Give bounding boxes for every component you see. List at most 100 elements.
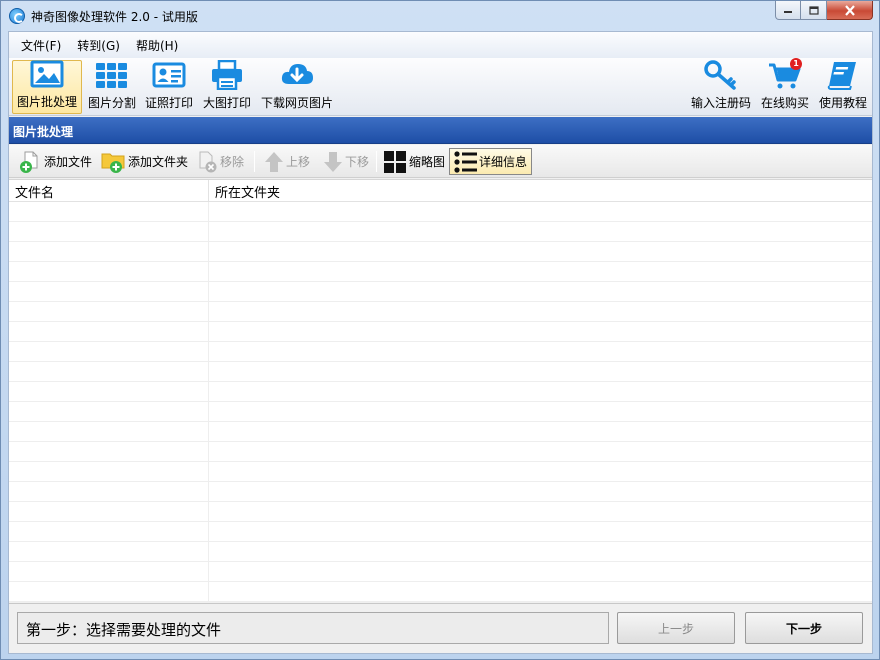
toolbar-enter-license-label: 输入注册码 (690, 96, 751, 110)
empty-table-row (9, 542, 872, 562)
empty-table-row (9, 242, 872, 262)
cloud-download-icon (280, 60, 314, 90)
add-folder-button[interactable]: 添加文件夹 (97, 148, 191, 175)
table-cell (9, 322, 209, 341)
app-logo-icon (9, 8, 25, 24)
table-cell (9, 542, 209, 561)
empty-table-row (9, 562, 872, 582)
grid-split-icon (95, 60, 129, 90)
thumbnail-view-button[interactable]: 缩略图 (380, 148, 448, 175)
menu-goto[interactable]: 转到(G) (69, 35, 128, 56)
empty-table-row (9, 282, 872, 302)
empty-table-row (9, 582, 872, 602)
details-view-button[interactable]: 详细信息 (449, 148, 532, 175)
close-icon (844, 4, 855, 16)
wizard-footer: 第一步：选择需要处理的文件 上一步 下一步 (9, 603, 872, 653)
table-cell (9, 442, 209, 461)
table-cell (9, 562, 209, 581)
toolbar-batch-process-button[interactable]: 图片批处理 (12, 60, 82, 114)
cart-icon: 1 (768, 58, 802, 90)
list-details-icon (454, 150, 477, 173)
move-up-label: 上移 (286, 155, 311, 169)
id-card-icon (152, 60, 186, 90)
empty-table-row (9, 202, 872, 222)
empty-table-row (9, 422, 872, 442)
book-icon (826, 60, 860, 90)
empty-table-row (9, 442, 872, 462)
table-header: 文件名 所在文件夹 (9, 180, 872, 202)
empty-table-row (9, 262, 872, 282)
window-controls (775, 1, 873, 21)
empty-table-row (9, 222, 872, 242)
column-header-folder[interactable]: 所在文件夹 (209, 180, 286, 202)
toolbar-buy-online-button[interactable]: 1 在线购买 (759, 58, 811, 114)
key-icon (704, 60, 738, 90)
toolbar-enter-license-button[interactable]: 输入注册码 (689, 60, 753, 114)
empty-table-row (9, 522, 872, 542)
table-cell (9, 522, 209, 541)
move-up-button[interactable]: 上移 (259, 148, 313, 175)
table-cell (9, 582, 209, 601)
table-cell (9, 342, 209, 361)
maximize-button[interactable] (801, 1, 827, 20)
minimize-button[interactable] (775, 1, 801, 20)
toolbar-split-label: 图片分割 (87, 96, 136, 110)
table-cell (9, 362, 209, 381)
remove-label: 移除 (220, 155, 245, 169)
menu-bar: 文件(F) 转到(G) 帮助(H) (9, 32, 872, 58)
add-file-icon (20, 151, 38, 173)
empty-table-row (9, 402, 872, 422)
table-cell (9, 422, 209, 441)
details-view-label: 详细信息 (479, 155, 528, 169)
file-list-toolbar: 添加文件 添加文件夹 移除 上移 下移 缩略图 详细信息 (9, 145, 872, 178)
toolbar-buy-online-label: 在线购买 (760, 96, 809, 110)
next-step-button[interactable]: 下一步 (745, 612, 863, 644)
toolbar-separator (254, 151, 255, 172)
table-cell (9, 202, 209, 221)
toolbar-tutorial-button[interactable]: 使用教程 (817, 60, 869, 114)
table-cell (9, 382, 209, 401)
toolbar-tutorial-label: 使用教程 (818, 96, 867, 110)
column-header-filename[interactable]: 文件名 (9, 180, 209, 202)
toolbar-batch-process-label: 图片批处理 (16, 95, 77, 109)
toolbar-id-print-label: 证照打印 (144, 96, 193, 110)
table-cell (9, 462, 209, 481)
close-button[interactable] (827, 1, 873, 20)
empty-table-row (9, 462, 872, 482)
thumbnail-grid-icon (384, 150, 406, 173)
add-folder-label: 添加文件夹 (128, 155, 189, 169)
empty-table-row (9, 482, 872, 502)
main-client-area: 文件(F) 转到(G) 帮助(H) 图片批处理 图片分割 证照打印 大图打印 下… (8, 31, 873, 654)
title-bar[interactable]: 神奇图像处理软件 2.0 - 试用版 (1, 1, 879, 31)
table-cell (9, 262, 209, 281)
file-list-table[interactable]: 文件名 所在文件夹 (9, 179, 872, 602)
remove-button[interactable]: 移除 (191, 148, 247, 175)
menu-help[interactable]: 帮助(H) (128, 35, 186, 56)
table-cell (9, 282, 209, 301)
table-cell (9, 482, 209, 501)
previous-step-button[interactable]: 上一步 (617, 612, 735, 644)
toolbar-id-print-button[interactable]: 证照打印 (143, 60, 195, 114)
thumbnail-view-label: 缩略图 (409, 155, 446, 169)
toolbar-large-print-button[interactable]: 大图打印 (201, 60, 253, 114)
move-down-button[interactable]: 下移 (318, 148, 372, 175)
empty-table-row (9, 362, 872, 382)
table-cell (9, 402, 209, 421)
app-window: 神奇图像处理软件 2.0 - 试用版 文件(F) 转到(G) 帮助(H) 图片批… (0, 0, 880, 660)
add-file-button[interactable]: 添加文件 (13, 148, 95, 175)
table-cell (9, 242, 209, 261)
section-title: 图片批处理 (9, 117, 872, 144)
table-body (9, 202, 872, 602)
remove-icon (199, 151, 217, 172)
menu-file[interactable]: 文件(F) (13, 35, 69, 56)
table-cell (9, 502, 209, 521)
empty-table-row (9, 382, 872, 402)
image-icon (30, 59, 64, 89)
toolbar-download-web-images-button[interactable]: 下载网页图片 (259, 60, 335, 114)
empty-table-row (9, 302, 872, 322)
printer-icon (210, 60, 244, 90)
window-title: 神奇图像处理软件 2.0 - 试用版 (31, 10, 198, 24)
toolbar-split-button[interactable]: 图片分割 (86, 60, 138, 114)
notification-badge: 1 (790, 58, 802, 70)
main-toolbar: 图片批处理 图片分割 证照打印 大图打印 下载网页图片 输入注册码 1 在线购买… (9, 58, 872, 116)
